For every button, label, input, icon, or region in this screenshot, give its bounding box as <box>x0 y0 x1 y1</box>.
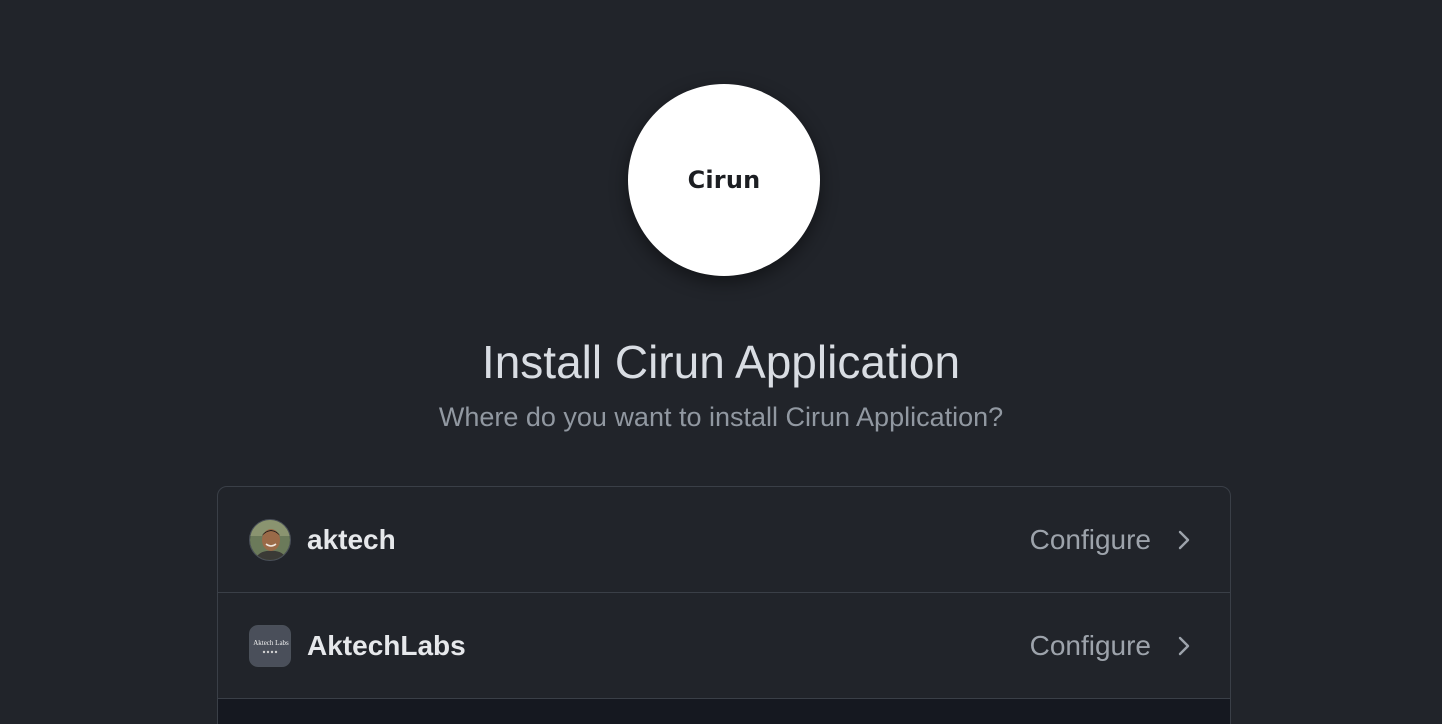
app-logo: Cirun <box>628 84 820 276</box>
page-subtitle: Where do you want to install Cirun Appli… <box>438 402 1004 432</box>
chevron-right-icon <box>1178 530 1190 549</box>
account-name: AktechLabs <box>307 629 466 661</box>
org-avatar: Aktech Labs <box>249 624 291 667</box>
user-avatar <box>249 518 291 561</box>
account-name: aktech <box>307 523 396 555</box>
app-logo-text: Cirun <box>687 166 761 194</box>
install-app-page: Cirun Install Cirun Application Where do… <box>0 0 1442 724</box>
account-row-aktechlabs[interactable]: Aktech Labs AktechLabs Configure <box>218 593 1230 699</box>
account-row-aktech[interactable]: aktech Configure <box>218 487 1230 593</box>
chevron-right-icon <box>1178 636 1190 655</box>
list-footer <box>218 699 1230 724</box>
configure-link[interactable]: Configure <box>1030 524 1151 556</box>
org-avatar-text: Aktech Labs <box>253 639 289 647</box>
configure-link[interactable]: Configure <box>1030 630 1151 662</box>
account-list: aktech Configure Aktech Labs AktechLabs … <box>217 486 1231 724</box>
page-title: Install Cirun Application <box>481 336 961 388</box>
